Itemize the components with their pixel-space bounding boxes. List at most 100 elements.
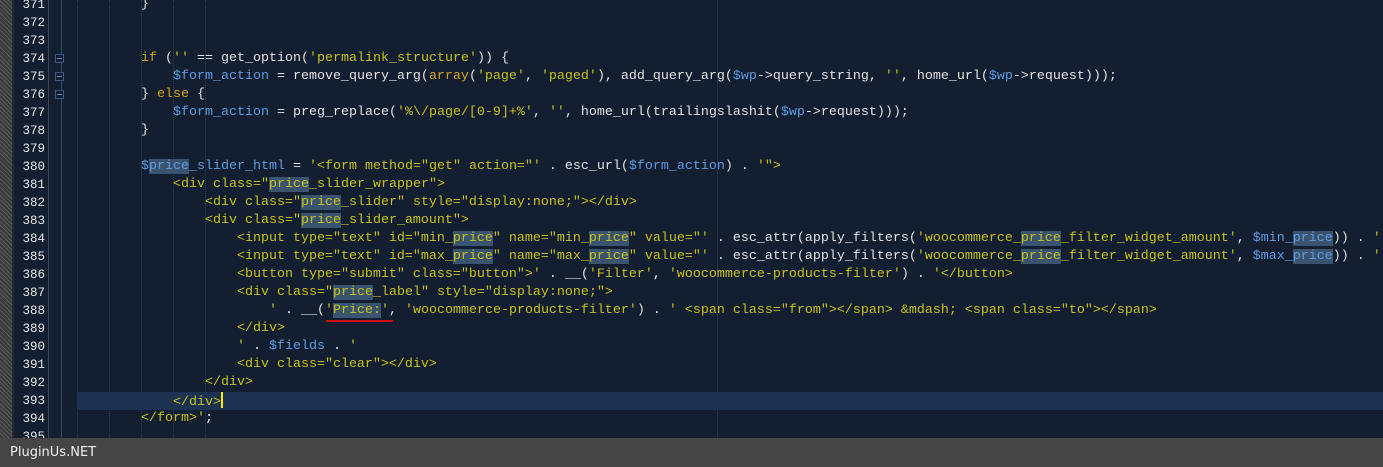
string-token: ' — [77, 303, 277, 318]
fold-collapse-icon[interactable] — [55, 54, 64, 63]
code-line[interactable]: 392 </div> — [0, 374, 1383, 392]
watermark-bar: PluginUs.NET — [0, 438, 1383, 467]
code-text: </form>'; — [77, 410, 213, 428]
code-token: , — [1236, 231, 1253, 246]
search-match-highlight: price — [1020, 249, 1061, 264]
string-token: _filter_widget_amount' — [1060, 231, 1237, 246]
code-line[interactable]: 393 </div> — [0, 392, 1383, 410]
code-token: . — [244, 339, 269, 354]
code-token: , — [1236, 249, 1253, 264]
code-line[interactable]: 377 $form_action = preg_replace('%\/page… — [0, 104, 1383, 122]
string-token: <div class="clear"></div> — [77, 357, 437, 372]
code-line[interactable]: 378 } — [0, 122, 1383, 140]
search-match-highlight: Price: — [332, 303, 381, 318]
code-text: <div class="price_label" style="display:… — [77, 284, 613, 302]
code-text: <div class="price_slider" style="display… — [77, 194, 637, 212]
variable-token: $form_action — [628, 159, 725, 174]
string-token: _slider" style="display:none;"></div> — [340, 195, 637, 210]
string-token: <input type="text" id="max_ — [77, 249, 453, 264]
string-token: ' — [1372, 249, 1381, 264]
code-text: } — [77, 0, 149, 14]
code-line[interactable]: 373 — [0, 32, 1383, 50]
code-text: $form_action = preg_replace('%\/page/[0-… — [77, 104, 909, 122]
search-match-highlight: price — [1292, 249, 1333, 264]
string-token: 'page' — [476, 69, 525, 84]
fold-collapse-icon[interactable] — [55, 90, 64, 99]
code-line[interactable]: 387 <div class="price_label" style="disp… — [0, 284, 1383, 302]
string-token: ' — [77, 339, 245, 354]
code-token: . esc_attr(apply_filters( — [708, 249, 917, 264]
search-match-highlight: price — [300, 213, 341, 228]
code-line[interactable]: 384 <input type="text" id="min_price" na… — [0, 230, 1383, 248]
code-line[interactable]: 385 <input type="text" id="max_price" na… — [0, 248, 1383, 266]
fold-collapse-icon[interactable] — [55, 72, 64, 81]
line-number: 387 — [22, 286, 45, 300]
string-token: </form>' — [77, 411, 205, 426]
code-line[interactable]: 375 $form_action = remove_query_arg(arra… — [0, 68, 1383, 86]
code-token: ->request))); — [804, 105, 909, 120]
code-line[interactable]: 381 <div class="price_slider_wrapper"> — [0, 176, 1383, 194]
code-token: . __( — [540, 267, 589, 282]
string-token: " name="max_ — [492, 249, 589, 264]
code-line[interactable]: 383 <div class="price_slider_amount"> — [0, 212, 1383, 230]
search-match-highlight: price — [452, 249, 493, 264]
code-line[interactable]: 391 <div class="clear"></div> — [0, 356, 1383, 374]
code-line[interactable]: 371 } — [0, 0, 1383, 14]
code-line[interactable]: 382 <div class="price_slider" style="dis… — [0, 194, 1383, 212]
code-editor[interactable]: 371 } 372 373 374 if ('' == get_option('per… — [0, 0, 1383, 446]
spellcheck-underline — [326, 320, 393, 322]
string-token: 'woocommerce_ — [916, 231, 1021, 246]
line-number: 384 — [22, 232, 45, 246]
search-match-highlight: price — [1020, 231, 1061, 246]
string-token: </div> — [77, 395, 221, 410]
code-token: == get_option( — [189, 51, 309, 66]
code-token: } — [77, 87, 157, 102]
string-token: " value="' — [628, 249, 709, 264]
string-token: ' — [348, 339, 357, 354]
search-match-highlight: price — [588, 249, 629, 264]
string-token: '' — [548, 105, 565, 120]
code-text: <div class="price_slider_wrapper"> — [77, 176, 445, 194]
string-token: _slider_wrapper"> — [308, 177, 445, 192]
code-line[interactable]: 379 — [0, 140, 1383, 158]
code-line[interactable]: 386 <button type="submit" class="button"… — [0, 266, 1383, 284]
code-token: , — [524, 69, 541, 84]
line-number: 394 — [22, 412, 45, 426]
line-number: 376 — [22, 88, 45, 102]
code-line[interactable]: 380 $price_slider_html = '<form method="… — [0, 158, 1383, 176]
code-line[interactable]: 372 — [0, 14, 1383, 32]
code-text: if ('' == get_option('permalink_structur… — [77, 50, 509, 68]
variable-token: $fields — [268, 339, 325, 354]
code-text: $price_slider_html = '<form method="get"… — [77, 158, 781, 176]
variable-token: $ — [141, 159, 149, 174]
string-token: <div class=" — [77, 195, 301, 210]
string-token: '</button> — [932, 267, 1013, 282]
code-text: </div> — [77, 374, 253, 392]
line-number: 388 — [22, 304, 45, 318]
code-text: } — [77, 122, 149, 140]
line-number: 392 — [22, 376, 45, 390]
string-token: ' — [1372, 231, 1381, 246]
code-text: <button type="submit" class="button">' .… — [77, 266, 1013, 284]
code-line[interactable]: 394 </form>'; — [0, 410, 1383, 428]
string-token: <input type="text" id="min_ — [77, 231, 453, 246]
string-token: '%\/page/[0-9]+%' — [396, 105, 533, 120]
code-token: ->request))); — [1012, 69, 1117, 84]
code-line[interactable]: 390 ' . $fields . ' — [0, 338, 1383, 356]
code-line[interactable]: 374 if ('' == get_option('permalink_stru… — [0, 50, 1383, 68]
search-match-highlight: price — [268, 177, 309, 192]
code-text: </div> — [77, 320, 285, 338]
code-token: ) . — [724, 159, 757, 174]
line-number: 380 — [22, 160, 45, 174]
line-number: 383 — [22, 214, 45, 228]
code-line[interactable]: 389 </div> — [0, 320, 1383, 338]
code-line[interactable]: 388 ' . __('Price:', 'woocommerce-produc… — [0, 302, 1383, 320]
code-text: <div class="price_slider_amount"> — [77, 212, 469, 230]
code-line[interactable]: 376 } else { — [0, 86, 1383, 104]
string-token: '' — [173, 51, 189, 66]
variable-token: $max_ — [1252, 249, 1293, 264]
string-token: 'Filter' — [588, 267, 653, 282]
code-token: )) . — [1332, 231, 1373, 246]
string-token: </div> — [77, 321, 285, 336]
